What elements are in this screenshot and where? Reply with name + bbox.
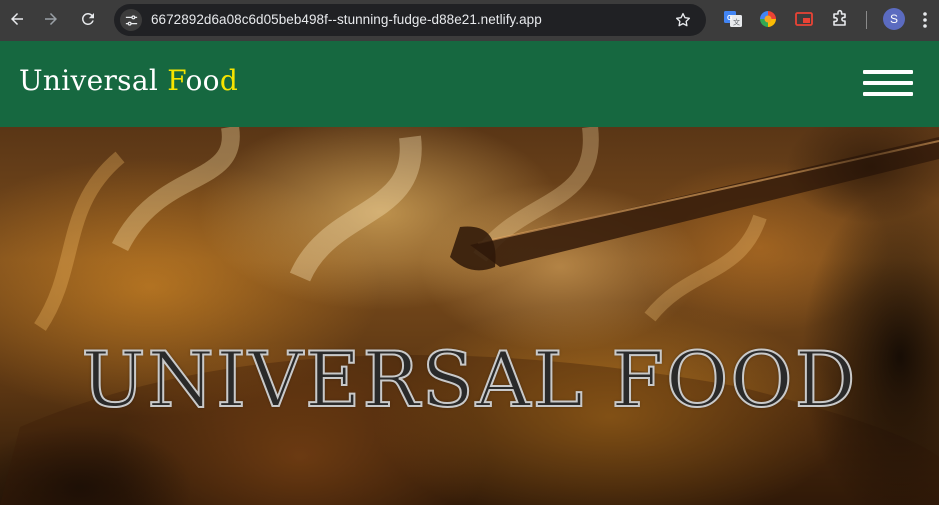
- hamburger-bar: [863, 70, 913, 74]
- toolbar-divider: [866, 11, 867, 29]
- reload-icon: [81, 12, 94, 25]
- tune-icon: [125, 14, 137, 26]
- kebab-menu-icon[interactable]: [918, 10, 932, 30]
- browser-toolbar: 6672892d6a08c6d05beb498f--stunning-fudge…: [0, 0, 939, 41]
- back-button[interactable]: [5, 7, 29, 31]
- site-info-button[interactable]: [120, 9, 142, 31]
- profile-avatar[interactable]: S: [883, 8, 905, 30]
- hamburger-bar: [863, 92, 913, 96]
- color-picker-extension-icon[interactable]: [758, 9, 778, 29]
- logo-text-oo: oo: [185, 64, 220, 97]
- forward-button[interactable]: [39, 7, 63, 31]
- flaming-wok-background: [0, 127, 939, 505]
- url-text[interactable]: 6672892d6a08c6d05beb498f--stunning-fudge…: [151, 12, 542, 27]
- google-translate-icon[interactable]: G 文: [723, 9, 743, 29]
- site-header: Universal Food: [0, 41, 939, 127]
- logo-text-main: Universal: [19, 64, 168, 97]
- reload-button[interactable]: [76, 7, 100, 31]
- address-bar[interactable]: 6672892d6a08c6d05beb498f--stunning-fudge…: [114, 4, 706, 36]
- site-logo[interactable]: Universal Food: [19, 64, 238, 97]
- hero-title: UNIVERSAL FOOD: [80, 334, 858, 425]
- hamburger-bar: [863, 81, 913, 85]
- puzzle-icon[interactable]: [830, 9, 850, 29]
- star-icon[interactable]: [674, 11, 692, 29]
- svg-text:文: 文: [733, 18, 740, 27]
- logo-letter-f: F: [167, 64, 186, 97]
- logo-letter-d: d: [219, 64, 239, 97]
- picture-in-picture-icon[interactable]: [794, 9, 814, 29]
- hamburger-menu-icon[interactable]: [863, 70, 913, 96]
- hero-banner: UNIVERSAL FOOD: [0, 127, 939, 505]
- forward-arrow-icon: [45, 13, 57, 25]
- back-arrow-icon: [11, 13, 23, 25]
